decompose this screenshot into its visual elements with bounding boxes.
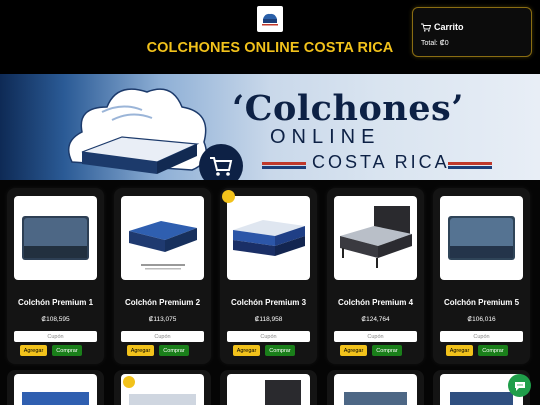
chat-icon xyxy=(514,381,525,391)
add-to-cart-button[interactable]: Agregar xyxy=(20,345,47,356)
product-card-partial xyxy=(220,370,317,405)
product-name[interactable]: Colchón Premium 2 xyxy=(114,298,211,307)
product-image[interactable] xyxy=(227,196,310,280)
product-price: ₡124,764 xyxy=(361,316,390,323)
product-grid: Colchón Premium 1 ₡108,595 Agregar Compr… xyxy=(0,180,540,405)
product-card: Colchón Premium 4 ₡124,764 Agregar Compr… xyxy=(327,188,424,364)
cart-title[interactable]: Carrito xyxy=(421,22,464,32)
header: COLCHONES ONLINE COSTA RICA Carrito Tota… xyxy=(0,0,540,74)
product-price: ₡118,958 xyxy=(254,316,283,323)
product-price: ₡108,595 xyxy=(41,316,70,323)
product-card-partial xyxy=(327,370,424,405)
coupon-input[interactable] xyxy=(227,331,310,342)
product-name[interactable]: Colchón Premium 4 xyxy=(327,298,424,307)
product-name[interactable]: Colchón Premium 5 xyxy=(433,298,530,307)
logo-icon xyxy=(262,13,278,26)
product-card-partial xyxy=(7,370,104,405)
product-image[interactable] xyxy=(14,374,97,405)
product-image[interactable] xyxy=(334,196,417,280)
product-image[interactable] xyxy=(334,374,417,405)
product-price: ₡113,075 xyxy=(148,316,177,323)
product-image[interactable] xyxy=(440,196,523,280)
site-logo[interactable] xyxy=(257,6,283,32)
buy-button[interactable]: Comprar xyxy=(52,345,82,356)
cart-title-label: Carrito xyxy=(434,22,464,32)
cart-total: Total: ₡0 xyxy=(421,40,449,47)
buy-button[interactable]: Comprar xyxy=(265,345,295,356)
promo-badge xyxy=(222,190,235,203)
coupon-input[interactable] xyxy=(440,331,523,342)
coupon-input[interactable] xyxy=(334,331,417,342)
banner-stripe-right xyxy=(448,162,492,165)
add-to-cart-button[interactable]: Agregar xyxy=(127,345,154,356)
buy-button[interactable]: Comprar xyxy=(372,345,402,356)
buy-button[interactable]: Comprar xyxy=(159,345,189,356)
banner-stripe-left xyxy=(262,162,306,165)
banner-cart-icon xyxy=(199,144,243,180)
banner-subline-online: ONLINE xyxy=(270,126,381,148)
product-card: Colchón Premium 2 ₡113,075 Agregar Compr… xyxy=(114,188,211,364)
add-to-cart-button[interactable]: Agregar xyxy=(446,345,473,356)
product-card: Colchón Premium 3 ₡118,958 Agregar Compr… xyxy=(220,188,317,364)
banner-stripe-right-blue xyxy=(448,166,492,169)
product-card: Colchón Premium 1 ₡108,595 Agregar Compr… xyxy=(7,188,104,364)
add-to-cart-button[interactable]: Agregar xyxy=(340,345,367,356)
chat-button[interactable] xyxy=(508,374,531,397)
add-to-cart-button[interactable]: Agregar xyxy=(233,345,260,356)
banner-subline-country: COSTA RICA xyxy=(312,152,450,172)
cart-panel[interactable]: Carrito Total: ₡0 xyxy=(412,7,532,57)
product-name[interactable]: Colchón Premium 3 xyxy=(220,298,317,307)
hero-banner: ‘Colchones’ ONLINE COSTA RICA xyxy=(0,74,540,180)
product-card: Colchón Premium 5 ₡106,016 Agregar Compr… xyxy=(433,188,530,364)
product-image[interactable] xyxy=(14,196,97,280)
banner-stripe-left-blue xyxy=(262,166,306,169)
promo-badge xyxy=(123,376,135,388)
mattress-cloud-illustration xyxy=(67,88,207,174)
banner-headline: ‘Colchones’ xyxy=(232,88,464,129)
product-image[interactable] xyxy=(121,196,204,280)
buy-button[interactable]: Comprar xyxy=(478,345,508,356)
cart-icon xyxy=(421,23,431,32)
coupon-input[interactable] xyxy=(121,331,204,342)
product-image[interactable] xyxy=(227,374,310,405)
coupon-input[interactable] xyxy=(14,331,97,342)
product-card-partial xyxy=(114,370,211,405)
product-price: ₡106,016 xyxy=(467,316,496,323)
product-name[interactable]: Colchón Premium 1 xyxy=(7,298,104,307)
